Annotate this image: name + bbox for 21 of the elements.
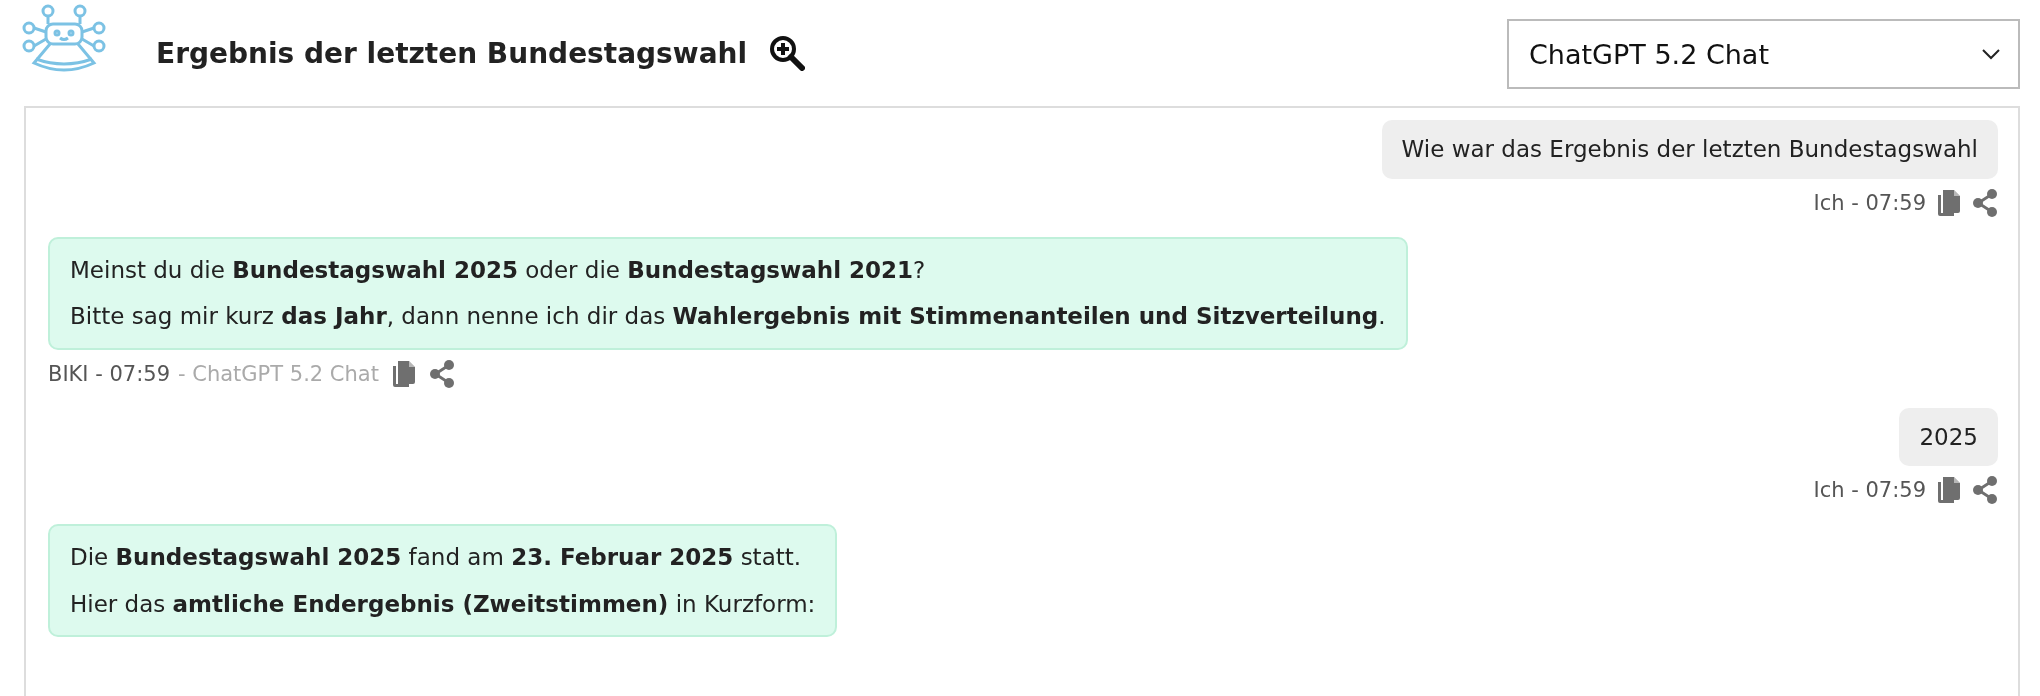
message-text: Bitte sag mir kurz das Jahr, dann nenne ich dir das Wahlergebnis mit Stimmenanteilen und Sitzverteilung. — [70, 302, 1386, 331]
copy-icon[interactable] — [1938, 189, 1960, 216]
chat-title: Ergebnis der letzten Bundestagswahl — [156, 36, 748, 70]
message-text: Hier das amtliche Endergebnis (Zweitstimmen) in Kurzform: — [70, 589, 816, 619]
message-meta: BIKI - 07:59 — [48, 361, 170, 386]
model-label: - ChatGPT 5.2 Chat — [178, 361, 379, 386]
zoom-in-icon[interactable] — [769, 35, 806, 71]
model-dropdown[interactable]: ChatGPT 5.2 Chat — [1507, 19, 2020, 89]
chevron-down-icon — [1982, 48, 2000, 60]
message-text: Meinst du die Bundestagswahl 2025 oder die Bundestagswahl 2021? — [70, 255, 927, 285]
message-text: Die Bundestagswahl 2025 fand am 23. Februar 2025 statt. — [70, 543, 803, 572]
message-meta: Ich - 07:59 — [1813, 190, 1926, 215]
share-icon[interactable] — [1972, 188, 1998, 217]
message-text: 2025 — [1919, 422, 1978, 452]
copy-icon[interactable] — [1938, 477, 1960, 503]
message-meta: Ich - 07:59 — [1813, 478, 1926, 502]
message-text: Wie war das Ergebnis der letzten Bundestagswahl — [1401, 135, 1978, 164]
copy-icon[interactable] — [392, 360, 415, 387]
share-icon[interactable] — [1972, 476, 1998, 504]
share-icon[interactable] — [428, 359, 455, 388]
robot-logo-icon — [22, 3, 106, 73]
